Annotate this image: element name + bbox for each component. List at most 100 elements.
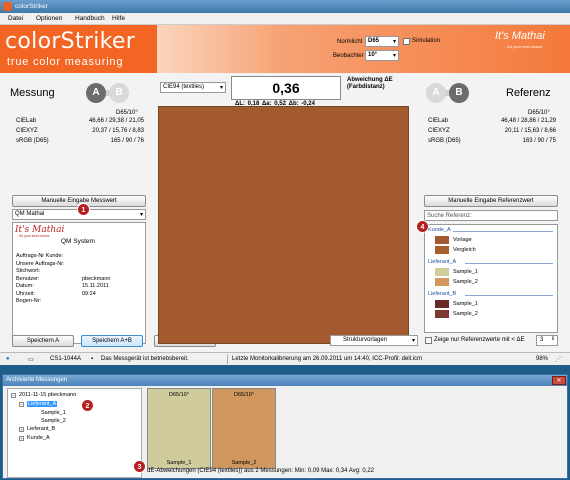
calibration-status: Letzte Monitorkalibrierung am 26.09.2011…	[232, 356, 422, 362]
reference-search-input[interactable]: Suche Referenz:	[424, 210, 558, 221]
swatch-illuminant: D65/10°	[169, 392, 189, 398]
tree-node-root[interactable]: 2011-11-15 pbeckmann	[19, 392, 76, 398]
normlicht-label: Normlicht	[337, 39, 363, 45]
qm-logo-tagline: it's your best choice	[19, 234, 50, 238]
device-id: CS1-1044A	[50, 356, 82, 362]
logo-title: colorStriker	[5, 29, 136, 54]
value-row: CIELab 46,66 / 29,38 / 21,05	[16, 118, 144, 128]
beobachter-select[interactable]: 10° ▾	[365, 50, 399, 61]
status-warning-icon: ▪	[91, 356, 94, 362]
save-a-button[interactable]: Speichern A	[12, 335, 74, 347]
archive-title: Archivierte Messungen	[6, 377, 68, 383]
resize-grip-icon[interactable]: ⋰	[555, 356, 561, 363]
beobachter-value: 10°	[368, 52, 378, 58]
measurement-values: CIELab 46,66 / 29,38 / 21,05 CIEXYZ 20,37 …	[16, 118, 144, 148]
archive-swatch-2[interactable]: D65/10° Sample_2	[212, 388, 276, 469]
close-icon[interactable]: ✕	[552, 376, 566, 385]
archive-summary: dE-Abweichungen (CIE94 (textiles)) aus 2…	[147, 468, 375, 474]
qm-field-value[interactable]: 15.11.2011	[82, 283, 109, 289]
value-row: sRGB (D65) 163 / 90 / 75	[428, 138, 556, 148]
delta-e-value: 0,36	[231, 76, 341, 100]
menu-hilfe[interactable]: Hilfe	[112, 15, 125, 22]
list-item-name: Sample_1	[453, 269, 478, 275]
qm-field: Uhrzeit: 09:24	[16, 291, 141, 299]
colorstriker-logo: colorStriker true color measuring	[0, 25, 157, 73]
archive-window: Archivierte Messungen ✕ − 2011-11-15 pbe…	[2, 374, 568, 479]
measurement-title: Messung	[10, 87, 55, 99]
swatch	[435, 246, 449, 254]
window-title: colorStriker	[15, 3, 48, 10]
value-val: 165 / 90 / 76	[110, 138, 144, 144]
value-val: 20,37 / 15,76 / 8,83	[92, 128, 144, 134]
app-icon	[3, 2, 12, 11]
swatch	[435, 278, 449, 286]
archive-tree: − 2011-11-15 pbeckmann − Lieferant_A Sam…	[7, 388, 142, 478]
group-divider	[453, 231, 553, 232]
value-val: 163 / 90 / 75	[522, 138, 556, 144]
spinner-arrows-icon[interactable]: ⇕	[551, 336, 555, 342]
window-titlebar: colorStriker	[0, 0, 570, 13]
save-ab-button[interactable]: Speichern A+B	[81, 335, 143, 347]
menu-handbuch[interactable]: Handbuch	[75, 15, 105, 22]
reference-list: Kunde_A Vorlage Vergleich Lieferant_A Sa…	[424, 224, 558, 333]
threshold-spinner[interactable]: 3 ⇕	[536, 335, 558, 346]
swatch-illuminant: D65/10°	[234, 392, 254, 398]
color-preview-swatch	[158, 106, 409, 344]
b-indicator: B	[449, 83, 469, 103]
device-status: Das Messgerät ist betriebsbereit.	[101, 356, 189, 362]
ref-group-kunde-a[interactable]: Kunde_A	[428, 227, 451, 233]
simulation-checkbox[interactable]	[403, 38, 410, 45]
reference-illuminant: D65/10°	[528, 110, 550, 116]
value-row: CIEXYZ 20,37 / 15,76 / 8,83	[16, 128, 144, 138]
qm-field-value[interactable]: 09:24	[82, 291, 96, 297]
list-item-name: Sample_1	[453, 301, 478, 307]
show-only-checkbox[interactable]	[425, 337, 432, 344]
swatch	[435, 300, 449, 308]
expand-icon[interactable]: +	[19, 436, 24, 441]
manual-reference-button[interactable]: Manuelle Eingabe Referenzwert	[424, 195, 558, 207]
desktop-strip	[0, 365, 570, 374]
swatch-name: Sample_2	[231, 460, 257, 466]
qm-field-key: Unsere Auftrags-Nr:	[16, 260, 65, 267]
qm-title: QM System	[61, 238, 95, 245]
qm-fields: Auftrags-Nr Kunde: Unsere Auftrags-Nr: S…	[16, 253, 141, 306]
swatch	[435, 236, 449, 244]
tree-node-sample-2[interactable]: Sample_2	[41, 418, 66, 424]
tree-node-lieferant-b[interactable]: Lieferant_B	[27, 426, 55, 432]
list-item-name: Vergleich	[453, 247, 476, 253]
chevron-down-icon: ▾	[139, 212, 143, 218]
ref-group-lieferant-b[interactable]: Lieferant_B	[428, 291, 456, 297]
value-key: CIEXYZ	[16, 128, 38, 134]
chevron-down-icon: ▾	[392, 53, 396, 59]
b-indicator: B	[109, 83, 129, 103]
structure-template-select[interactable]: Strukturvorlagen ▾	[330, 335, 418, 346]
list-item-name: Vorlage	[453, 237, 472, 243]
archive-swatch-1[interactable]: D65/10° Sample_1	[147, 388, 211, 469]
swatch	[435, 310, 449, 318]
qm-field: Unsere Auftrags-Nr:	[16, 261, 141, 269]
qm-field: Stichwort:	[16, 268, 141, 276]
tree-node-sample-1[interactable]: Sample_1	[41, 410, 66, 416]
expand-icon[interactable]: +	[19, 427, 24, 432]
menubar: Datei Optionen Handbuch Hilfe	[0, 13, 570, 25]
beobachter-label: Beobachter	[333, 53, 364, 59]
menu-datei[interactable]: Datei	[8, 15, 23, 22]
ref-group-lieferant-a[interactable]: Lieferant_A	[428, 259, 456, 265]
formula-select[interactable]: CIE94 (textiles) ▾	[160, 82, 226, 93]
tree-node-kunde-a[interactable]: Kunde_A	[27, 435, 50, 441]
value-row: CIELab 46,48 / 28,86 / 21,29	[428, 118, 556, 128]
qm-field-key: Datum:	[16, 283, 34, 289]
menu-optionen[interactable]: Optionen	[36, 15, 62, 22]
reference-search-placeholder: Suche Referenz:	[427, 212, 472, 219]
tree-node-lieferant-a[interactable]: Lieferant_A	[27, 401, 58, 407]
qm-field-key: Auftrags-Nr Kunde:	[16, 253, 64, 259]
collapse-icon[interactable]: −	[19, 402, 24, 407]
normlicht-select[interactable]: D65 ▾	[365, 36, 399, 47]
qm-field-key: Stichwort:	[16, 268, 41, 274]
collapse-icon[interactable]: −	[11, 393, 16, 398]
reference-title: Referenz	[506, 87, 551, 99]
qm-field-key: Benutzer:	[16, 275, 40, 282]
qm-field-value[interactable]: pbeckmann	[82, 276, 110, 282]
reference-values: CIELab 46,48 / 28,86 / 21,29 CIEXYZ 20,11 …	[428, 118, 556, 148]
a-indicator: A	[86, 83, 106, 103]
